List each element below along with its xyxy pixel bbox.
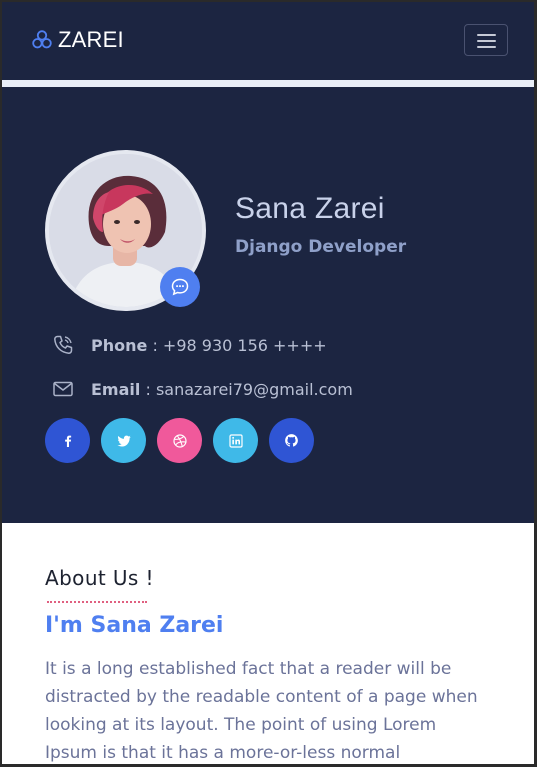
email-value[interactable]: sanazarei79@gmail.com xyxy=(156,380,353,399)
navbar: ZAREI xyxy=(2,2,534,80)
hexagon-cluster-logo-icon xyxy=(32,30,52,49)
navbar-toggler-button[interactable] xyxy=(464,24,508,56)
phone-label: Phone xyxy=(91,335,148,355)
about-section: About Us ! I'm Sana Zarei It is a long e… xyxy=(2,523,534,764)
navbar-divider-strip xyxy=(2,80,534,87)
github-icon xyxy=(285,434,298,447)
email-row: Email : sanazarei79@gmail.com xyxy=(51,377,353,401)
email-label: Email xyxy=(91,379,141,399)
phone-separator: : xyxy=(147,335,163,355)
phone-icon xyxy=(54,335,73,354)
chat-badge-button[interactable] xyxy=(160,267,200,307)
envelope-icon xyxy=(53,381,73,397)
chat-bubble-icon xyxy=(171,278,189,296)
about-title: About Us ! xyxy=(45,566,154,590)
profile-hero: Sana Zarei Django Developer Phone : +98 … xyxy=(2,87,534,523)
about-subtitle: I'm Sana Zarei xyxy=(45,613,224,638)
avatar-container xyxy=(45,150,206,311)
phone-row: Phone : +98 930 156 ++++ xyxy=(51,333,327,357)
dribbble-button[interactable] xyxy=(157,418,202,463)
linkedin-icon xyxy=(228,433,243,448)
profile-role: Django Developer xyxy=(235,237,407,257)
page-frame: ZAREI Sana Zarei Django Developer Phone … xyxy=(2,2,534,764)
about-paragraph: It is a long established fact that a rea… xyxy=(45,659,478,763)
brand-name: ZAREI xyxy=(58,27,124,52)
social-links xyxy=(45,418,314,463)
brand-link[interactable]: ZAREI xyxy=(31,27,124,53)
profile-name: Sana Zarei xyxy=(235,192,385,225)
facebook-icon xyxy=(64,435,71,447)
dribbble-icon xyxy=(172,433,187,448)
phone-value[interactable]: +98 930 156 ++++ xyxy=(163,336,327,355)
linkedin-button[interactable] xyxy=(213,418,258,463)
github-button[interactable] xyxy=(269,418,314,463)
email-separator: : xyxy=(140,379,156,399)
twitter-button[interactable] xyxy=(101,418,146,463)
about-title-underline xyxy=(47,601,147,603)
facebook-button[interactable] xyxy=(45,418,90,463)
twitter-icon xyxy=(116,435,131,447)
